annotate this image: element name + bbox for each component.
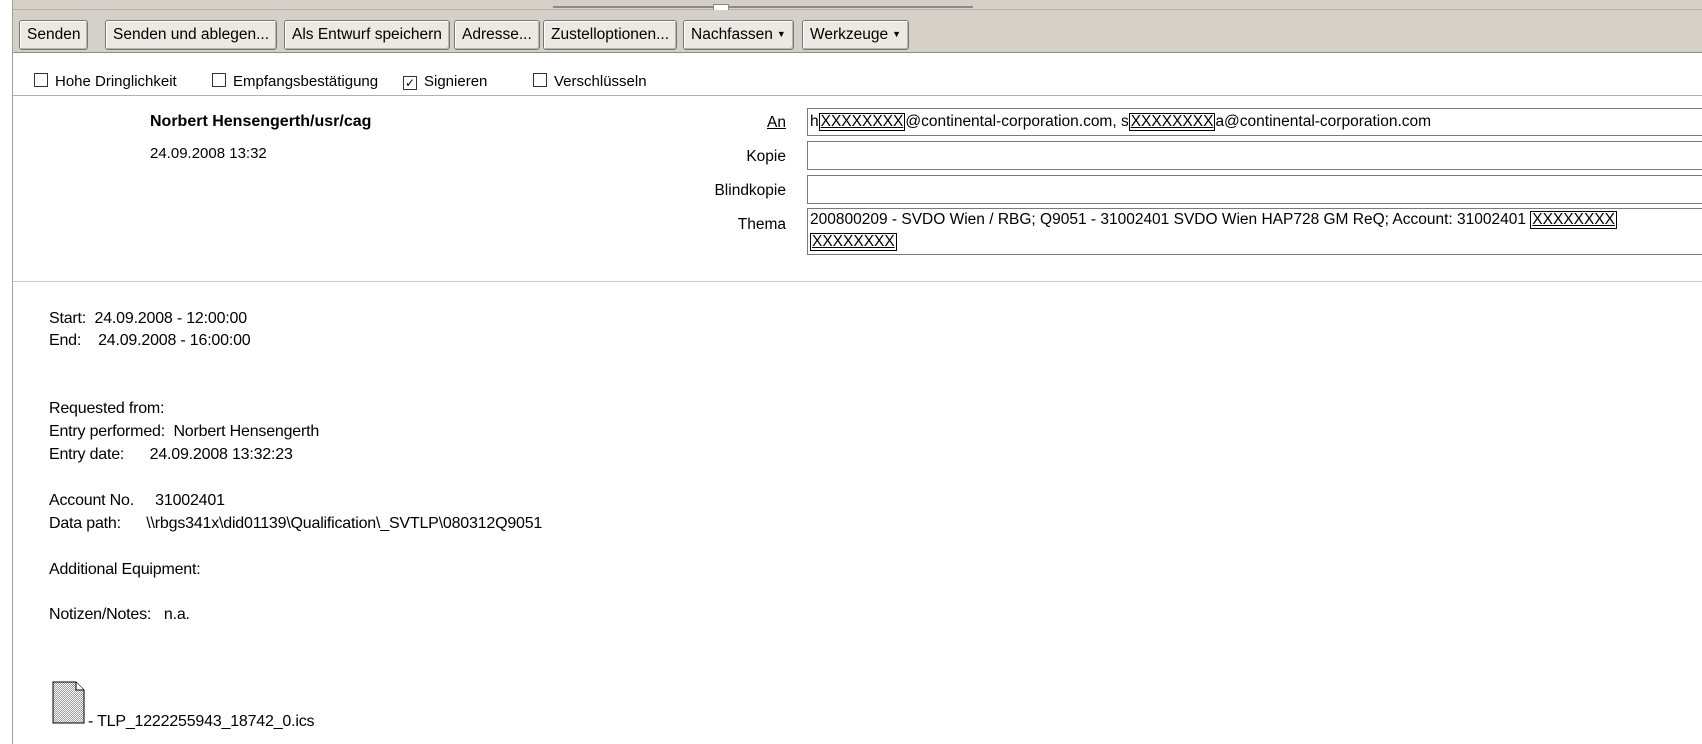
encrypt-label: Verschlüsseln bbox=[554, 73, 647, 90]
start-line: Start: 24.09.2008 - 12:00:00 bbox=[49, 310, 247, 327]
attachment-filename[interactable]: - TLP_1222255943_18742_0.ics bbox=[88, 713, 315, 731]
sender-name: Norbert Hensengerth/usr/cag bbox=[150, 113, 372, 130]
bcc-field[interactable] bbox=[807, 175, 1702, 204]
chevron-down-icon: ▼ bbox=[776, 29, 786, 39]
save-draft-label: Als Entwurf speichern bbox=[292, 26, 442, 43]
bcc-label: Blindkopie bbox=[714, 182, 786, 199]
return-receipt-option[interactable]: Empfangsbestätigung bbox=[212, 73, 378, 91]
cc-label: Kopie bbox=[746, 148, 786, 165]
subject-label: Thema bbox=[737, 216, 786, 233]
sign-checkbox[interactable]: ✓ bbox=[403, 76, 417, 90]
chevron-down-icon: ▼ bbox=[892, 29, 902, 39]
follow-up-label: Nachfassen bbox=[691, 26, 773, 43]
sent-date: 24.09.2008 13:32 bbox=[150, 145, 267, 162]
message-body[interactable]: Start: 24.09.2008 - 12:00:00 End: 24.09.… bbox=[13, 282, 1702, 744]
tools-dropdown[interactable]: Werkzeuge ▼ bbox=[802, 20, 910, 50]
encrypt-option[interactable]: Verschlüsseln bbox=[533, 73, 647, 91]
subject-text: 200800209 - SVDO Wien / RBG; Q9051 - 310… bbox=[810, 211, 1531, 228]
data-path-line: Data path: \\rbgs341x\did01139\Qualifica… bbox=[49, 515, 543, 532]
return-receipt-checkbox[interactable] bbox=[212, 73, 226, 87]
tab-indicator bbox=[553, 6, 973, 8]
save-draft-button[interactable]: Als Entwurf speichern bbox=[284, 20, 450, 50]
delivery-options-label: Zustelloptionen... bbox=[551, 26, 670, 43]
return-receipt-label: Empfangsbestätigung bbox=[233, 73, 379, 90]
entry-date-line: Entry date: 24.09.2008 13:32:23 bbox=[49, 446, 293, 463]
address-button[interactable]: Adresse... bbox=[454, 20, 540, 50]
high-priority-label: Hohe Dringlichkeit bbox=[55, 73, 177, 90]
high-priority-option[interactable]: Hohe Dringlichkeit bbox=[34, 73, 177, 91]
to-text-2: @continental-corporation.com, s bbox=[905, 113, 1129, 130]
redacted-box: XXXXXXXX bbox=[818, 113, 906, 131]
additional-equipment-line: Additional Equipment: bbox=[49, 561, 201, 578]
to-text-1: h bbox=[810, 113, 819, 130]
action-toolbar: Senden Senden und ablegen... Als Entwurf… bbox=[13, 10, 1702, 53]
send-button-label: Senden bbox=[27, 26, 81, 43]
checkmark-icon: ✓ bbox=[404, 76, 416, 90]
entry-performed-line: Entry performed: Norbert Hensengerth bbox=[49, 423, 320, 440]
sign-label: Signieren bbox=[424, 73, 488, 90]
send-and-file-button[interactable]: Senden und ablegen... bbox=[105, 20, 277, 50]
high-priority-checkbox[interactable] bbox=[34, 73, 48, 87]
to-text-3: a@continental-corporation.com bbox=[1215, 113, 1432, 130]
mail-window: Senden Senden und ablegen... Als Entwurf… bbox=[12, 0, 1702, 744]
redacted-box: XXXXXXXX bbox=[1530, 211, 1618, 229]
account-number-line: Account No. 31002401 bbox=[49, 492, 225, 509]
address-label: Adresse... bbox=[462, 26, 532, 43]
tools-label: Werkzeuge bbox=[810, 26, 889, 43]
delivery-options-button[interactable]: Zustelloptionen... bbox=[543, 20, 678, 50]
to-label-link[interactable]: An bbox=[767, 114, 786, 132]
redacted-box: XXXXXXXX bbox=[810, 233, 897, 251]
message-header: Norbert Hensengerth/usr/cag 24.09.2008 1… bbox=[13, 95, 1702, 283]
cc-field[interactable] bbox=[807, 141, 1702, 170]
redacted-box: XXXXXXXX bbox=[1128, 113, 1216, 131]
follow-up-dropdown[interactable]: Nachfassen ▼ bbox=[683, 20, 794, 50]
end-line: End: 24.09.2008 - 16:00:00 bbox=[49, 332, 251, 349]
encrypt-checkbox[interactable] bbox=[533, 73, 547, 87]
requested-from-line: Requested from: bbox=[49, 400, 165, 417]
subject-field[interactable]: 200800209 - SVDO Wien / RBG; Q9051 - 310… bbox=[807, 208, 1702, 255]
window-top-strip bbox=[13, 0, 1702, 10]
file-attachment-icon[interactable] bbox=[52, 681, 85, 724]
send-button[interactable]: Senden bbox=[19, 20, 89, 50]
send-and-file-label: Senden und ablegen... bbox=[113, 26, 269, 43]
sign-option[interactable]: ✓ Signieren bbox=[403, 73, 487, 91]
notes-line: Notizen/Notes: n.a. bbox=[49, 606, 190, 623]
to-field[interactable]: h XXXXXXXX @continental-corporation.com, s… bbox=[807, 108, 1702, 136]
delivery-options-row: Hohe Dringlichkeit Empfangsbestätigung ✓… bbox=[13, 53, 1702, 95]
